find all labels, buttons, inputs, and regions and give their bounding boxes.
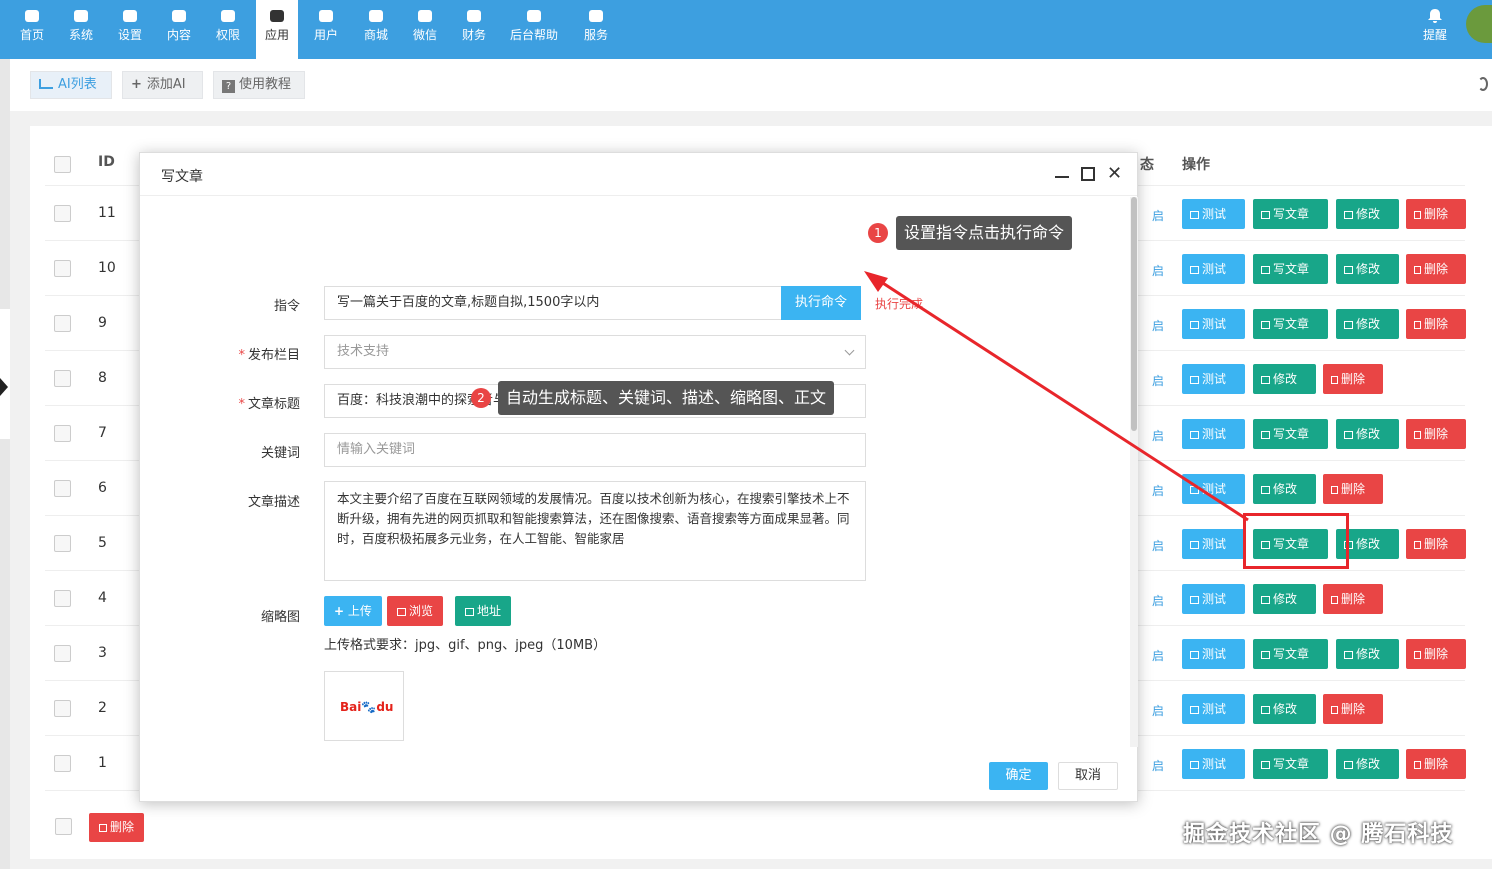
annotation-arrow — [864, 271, 1249, 522]
watermark: 掘金技术社区 @ 腾石科技 — [1183, 822, 1454, 847]
